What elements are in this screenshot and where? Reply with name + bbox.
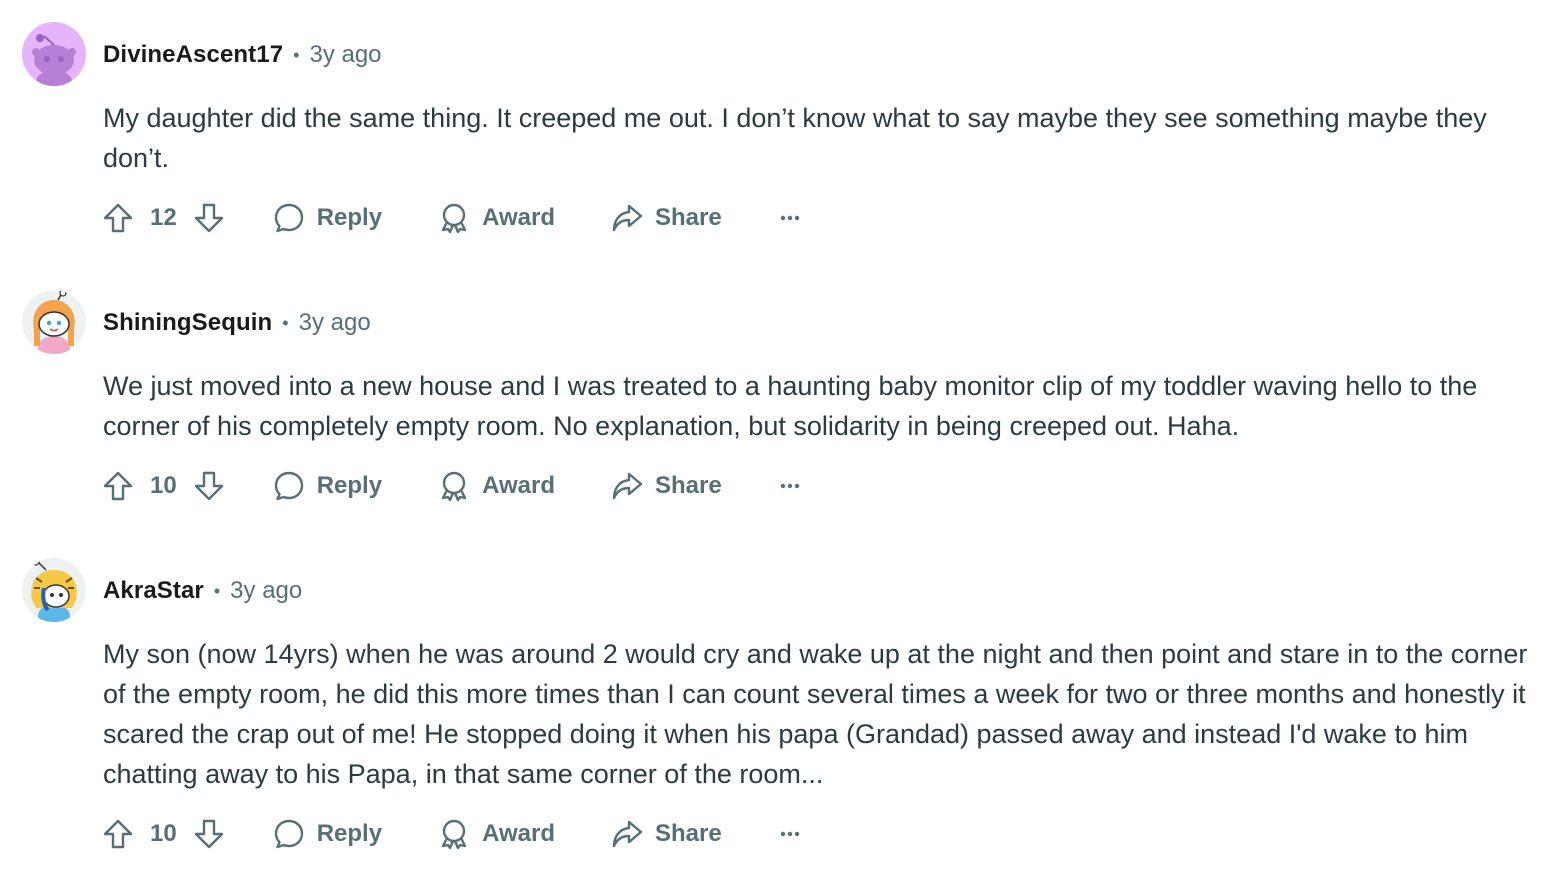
share-button[interactable]: Share <box>611 818 722 850</box>
reply-label: Reply <box>316 820 383 847</box>
upvote-button[interactable] <box>100 200 136 236</box>
upvote-button[interactable] <box>100 468 136 504</box>
award-button[interactable]: Award <box>438 470 555 502</box>
share-icon <box>612 472 643 500</box>
upvote-button[interactable] <box>100 816 136 852</box>
upvote-icon <box>103 203 133 233</box>
comment-body: My son (now 14yrs) when he was around 2 … <box>103 639 1528 789</box>
snoo-avatar-icon <box>22 290 86 354</box>
downvote-icon <box>194 203 223 233</box>
snoo-avatar-icon <box>22 22 86 86</box>
vote-score: 10 <box>150 820 177 847</box>
award-label: Award <box>482 204 555 231</box>
award-icon <box>441 471 467 502</box>
comment-body: We just moved into a new house and I was… <box>103 371 1478 441</box>
upvote-icon <box>103 819 133 849</box>
reply-button[interactable]: Reply <box>273 202 382 234</box>
reply-label: Reply <box>316 472 383 499</box>
avatar[interactable] <box>22 558 86 622</box>
share-button[interactable]: Share <box>611 470 722 502</box>
comment-actions: 12 Reply Award Share <box>100 196 814 240</box>
comment-bubble-icon <box>274 819 303 849</box>
author-name[interactable]: DivineAscent17 <box>103 41 283 69</box>
separator-dot: • <box>282 312 289 333</box>
award-button[interactable]: Award <box>438 202 555 234</box>
comment-bubble-icon <box>274 203 303 233</box>
share-label: Share <box>654 204 722 231</box>
ellipsis-icon <box>780 215 799 221</box>
timestamp[interactable]: 3y ago <box>299 309 371 337</box>
avatar[interactable] <box>22 22 86 86</box>
downvote-button[interactable] <box>191 816 227 852</box>
comment-bubble-icon <box>274 471 303 501</box>
ellipsis-icon <box>780 831 799 837</box>
award-icon <box>441 819 467 850</box>
award-button[interactable]: Award <box>438 818 555 850</box>
vote-score: 12 <box>150 204 177 231</box>
timestamp[interactable]: 3y ago <box>230 577 302 605</box>
author-name[interactable]: AkraStar <box>103 577 204 605</box>
reply-button[interactable]: Reply <box>273 470 382 502</box>
award-label: Award <box>482 472 555 499</box>
share-icon <box>612 204 643 232</box>
separator-dot: • <box>293 44 300 65</box>
comment-body: My daughter did the same thing. It creep… <box>103 103 1487 173</box>
reply-button[interactable]: Reply <box>273 818 382 850</box>
upvote-icon <box>103 471 133 501</box>
vote-score: 10 <box>150 472 177 499</box>
award-icon <box>441 203 467 234</box>
share-icon <box>612 820 643 848</box>
snoo-avatar-icon <box>22 558 86 622</box>
reply-label: Reply <box>316 204 383 231</box>
timestamp[interactable]: 3y ago <box>309 41 381 69</box>
downvote-icon <box>194 471 223 501</box>
more-options-button[interactable] <box>778 822 814 846</box>
award-label: Award <box>482 820 555 847</box>
more-options-button[interactable] <box>778 206 814 230</box>
ellipsis-icon <box>780 483 799 489</box>
downvote-button[interactable] <box>191 200 227 236</box>
share-button[interactable]: Share <box>611 202 722 234</box>
comment-actions: 10 Reply Award Share <box>100 464 814 508</box>
share-label: Share <box>654 820 722 847</box>
comment-actions: 10 Reply Award Share <box>100 812 814 856</box>
share-label: Share <box>654 472 722 499</box>
downvote-button[interactable] <box>191 468 227 504</box>
more-options-button[interactable] <box>778 474 814 498</box>
separator-dot: • <box>213 580 221 601</box>
comment-meta: ShiningSequin • 3y ago <box>103 308 371 338</box>
comment-meta: DivineAscent17 • 3y ago <box>103 40 382 70</box>
downvote-icon <box>194 819 223 849</box>
comment-meta: AkraStar • 3y ago <box>103 576 302 606</box>
avatar[interactable] <box>22 290 86 354</box>
author-name[interactable]: ShiningSequin <box>103 309 272 337</box>
